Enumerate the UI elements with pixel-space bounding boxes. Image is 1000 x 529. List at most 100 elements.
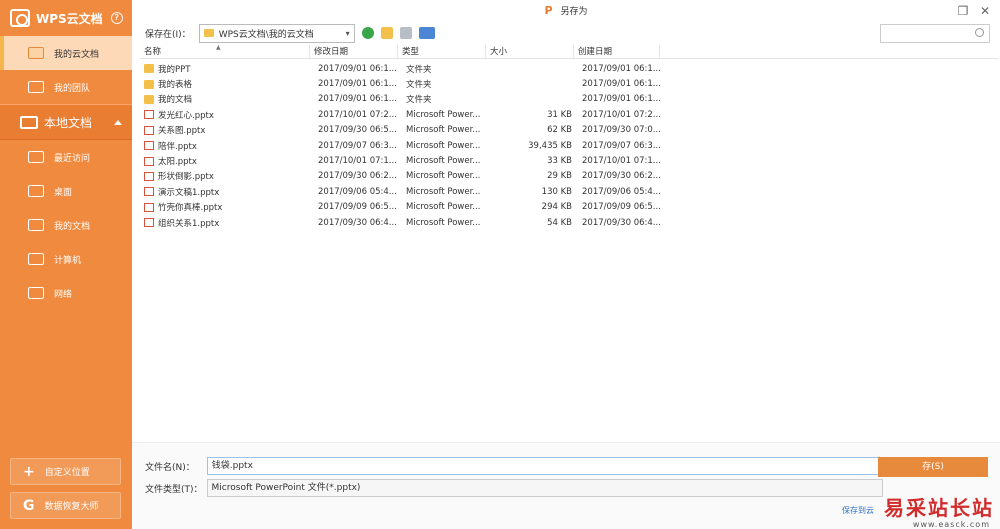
file-created: 2017/09/07 06:3... <box>582 140 661 151</box>
file-created: 2017/09/30 06:2... <box>582 171 661 182</box>
file-row[interactable]: 陪伴.pptx 2017/09/07 06:3... Microsoft Power… <box>140 138 998 153</box>
file-modified: 2017/09/30 06:5... <box>318 125 397 136</box>
file-type: 文件夹 <box>406 80 432 91</box>
file-row[interactable]: 我的PPT 2017/09/01 06:1... 文件夹 2017/09/01 06:… <box>140 61 998 76</box>
location-toolbar: 保存在(I)： WPS云文档\我的云文档 ▾ <box>132 22 1000 44</box>
file-modified: 2017/09/06 05:4... <box>318 186 397 197</box>
pptx-file-icon <box>144 141 154 151</box>
file-type: Microsoft Power... <box>406 217 481 228</box>
sidebar-item-my-team[interactable]: 我的团队 <box>0 70 132 104</box>
sidebar-item-network[interactable]: 网络 <box>0 276 132 310</box>
data-recovery-label: 数据恢复大师 <box>44 502 99 512</box>
local-docs-section[interactable]: 本地文档 <box>0 104 132 140</box>
file-created: 2017/09/30 06:4... <box>582 217 661 228</box>
file-modified: 2017/09/09 06:5... <box>318 202 397 213</box>
file-row[interactable]: 太阳.pptx 2017/10/01 07:1... Microsoft Power… <box>140 153 998 168</box>
back-icon[interactable] <box>361 27 374 39</box>
file-name: 太阳.pptx <box>158 157 197 168</box>
sidebar-item-desktop[interactable]: 桌面 <box>0 174 132 208</box>
pptx-file-icon <box>144 125 154 135</box>
column-type[interactable]: 类型 <box>398 45 486 58</box>
file-created: 2017/09/01 06:1... <box>582 79 661 90</box>
file-type: 文件夹 <box>406 64 432 75</box>
column-name[interactable]: 名称 ▲ <box>140 44 310 58</box>
filename-label: 文件名(N)： <box>145 462 195 473</box>
data-recovery-button[interactable]: G 数据恢复大师 <box>10 492 121 519</box>
chevron-down-icon: ▾ <box>345 28 350 38</box>
pptx-file-icon <box>144 156 154 166</box>
file-size: 130 KB <box>541 186 572 197</box>
sidebar-item-recent[interactable]: 最近访问 <box>0 140 132 174</box>
column-size[interactable]: 大小 <box>486 45 574 58</box>
save-in-label: 保存在(I)： <box>145 29 191 40</box>
help-icon[interactable]: ? <box>110 12 123 24</box>
search-input[interactable] <box>880 24 990 43</box>
file-name: 陪伴.pptx <box>158 141 197 152</box>
custom-location-label: 自定义位置 <box>44 468 90 478</box>
file-name: 我的表格 <box>158 80 193 91</box>
filetype-select[interactable]: Microsoft PowerPoint 文件(*.pptx) <box>206 479 883 497</box>
wps-cloud-logo-icon <box>10 9 30 27</box>
filename-input[interactable]: 钱袋.pptx <box>206 457 883 475</box>
file-row[interactable]: 竹壳你真棒.pptx 2017/09/09 06:5... Microsoft Po… <box>140 200 998 215</box>
file-created: 2017/10/01 07:1... <box>582 156 661 167</box>
file-size: 29 KB <box>547 171 572 182</box>
file-size: 31 KB <box>547 109 572 120</box>
folder-icon <box>144 79 154 89</box>
column-created[interactable]: 创建日期 <box>574 45 660 58</box>
sidebar-item-label: 我的云文档 <box>54 49 100 60</box>
site-watermark: 易采站长站 <box>884 496 994 520</box>
file-row[interactable]: 我的文档 2017/09/01 06:1... 文件夹 2017/09/01 06:1… <box>140 92 998 107</box>
recent-icon <box>28 151 44 163</box>
plus-icon: + <box>23 463 35 480</box>
file-type: Microsoft Power... <box>406 109 481 120</box>
file-row[interactable]: 我的表格 2017/09/01 06:1... 文件夹 2017/09/01 06:1… <box>140 76 998 91</box>
recovery-icon: G <box>23 497 35 514</box>
new-folder-icon[interactable] <box>399 27 412 39</box>
file-modified: 2017/10/01 07:2... <box>318 109 397 120</box>
sidebar-item-computer[interactable]: 计算机 <box>0 242 132 276</box>
file-name: 发光红心.pptx <box>158 110 214 121</box>
computer-icon <box>28 253 44 265</box>
file-type: 文件夹 <box>406 95 432 106</box>
pptx-file-icon <box>144 171 154 181</box>
file-name: 组织关系1.pptx <box>158 218 220 229</box>
filetype-row: 文件类型(T)： Microsoft PowerPoint 文件(*.pptx) <box>145 479 883 497</box>
column-modified[interactable]: 修改日期 <box>310 45 398 58</box>
dialog-title: 另存为 <box>560 7 588 17</box>
restore-icon[interactable]: ❐ <box>956 4 970 18</box>
save-to-cloud-link[interactable]: 保存到云 <box>842 505 874 516</box>
file-row[interactable]: 关系图.pptx 2017/09/30 06:5... Microsoft Powe… <box>140 123 998 138</box>
sidebar-item-label: 桌面 <box>54 187 73 198</box>
file-type: Microsoft Power... <box>406 171 481 182</box>
pptx-file-icon <box>144 110 154 120</box>
file-type: Microsoft Power... <box>406 125 481 136</box>
local-docs-label: 本地文档 <box>44 115 93 130</box>
file-type: Microsoft Power... <box>406 202 481 213</box>
sidebar-item-documents[interactable]: 我的文档 <box>0 208 132 242</box>
sidebar-item-my-cloud-docs[interactable]: 我的云文档 <box>0 36 132 70</box>
sidebar-item-label: 网络 <box>54 289 73 300</box>
save-location-select[interactable]: WPS云文档\我的云文档 ▾ <box>198 23 355 43</box>
file-list-header: 名称 ▲ 修改日期 类型 大小 创建日期 <box>140 44 998 59</box>
file-row[interactable]: 形状倒影.pptx 2017/09/30 06:2... Microsoft Pow… <box>140 169 998 184</box>
file-type: Microsoft Power... <box>406 140 481 151</box>
search-icon <box>975 28 984 37</box>
filetype-label: 文件类型(T)： <box>145 484 203 495</box>
pptx-file-icon <box>144 202 154 212</box>
file-created: 2017/10/01 07:2... <box>582 109 661 120</box>
file-row[interactable]: 发光红心.pptx 2017/10/01 07:2... Microsoft Pow… <box>140 107 998 122</box>
file-row[interactable]: 组织关系1.pptx 2017/09/30 06:4... Microsoft Po… <box>140 215 998 230</box>
custom-location-button[interactable]: + 自定义位置 <box>10 458 121 485</box>
file-size: 54 KB <box>547 217 572 228</box>
save-button[interactable]: 存(S) <box>878 457 988 477</box>
close-icon[interactable]: ✕ <box>978 4 992 18</box>
view-menu-icon[interactable] <box>418 27 435 39</box>
folder-icon <box>144 64 154 74</box>
filename-row: 文件名(N)： 钱袋.pptx <box>145 457 883 475</box>
file-row[interactable]: 演示文稿1.pptx 2017/09/06 05:4... Microsoft Po… <box>140 184 998 199</box>
file-created: 2017/09/06 05:4... <box>582 186 661 197</box>
up-folder-icon[interactable] <box>380 27 393 39</box>
sort-ascending-icon: ▲ <box>216 44 221 51</box>
collapse-caret-icon[interactable] <box>114 119 122 125</box>
